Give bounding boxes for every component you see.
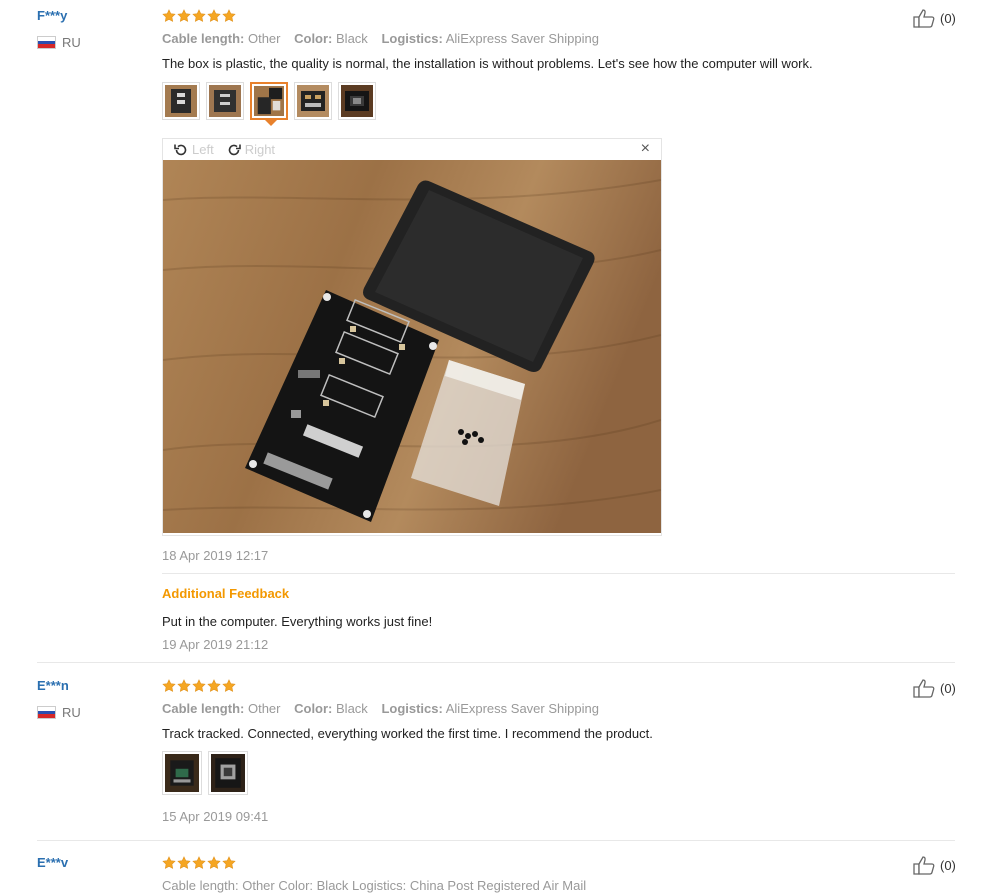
- close-viewer-button[interactable]: ×: [641, 140, 650, 158]
- review-3-like-button[interactable]: (0): [913, 855, 956, 875]
- star-icon: [162, 9, 176, 23]
- review-3-username[interactable]: E***v: [37, 855, 68, 870]
- logistics-value: AliExpress Saver Shipping: [445, 701, 599, 716]
- star-icon: [192, 856, 206, 870]
- photo-image: [341, 85, 373, 117]
- review-2-attributes: Cable length: Other Color: Black Logisti…: [162, 701, 599, 716]
- review-1-date: 18 Apr 2019 12:17: [162, 548, 269, 563]
- photo-image: [165, 754, 199, 792]
- review-1-username[interactable]: F***y: [37, 8, 67, 23]
- review-1-divider: [162, 573, 955, 574]
- review-1-attributes: Cable length: Other Color: Black Logisti…: [162, 31, 599, 46]
- photo-image: [209, 85, 241, 117]
- cable-length-label: Cable length:: [162, 701, 245, 716]
- photo-thumbnail-selected[interactable]: [250, 82, 288, 126]
- photo-thumbnail[interactable]: [338, 82, 376, 120]
- star-icon: [192, 9, 206, 23]
- review-2-date: 15 Apr 2019 09:41: [162, 809, 269, 824]
- review-3-stars: [162, 856, 236, 870]
- review-1-country: RU: [37, 35, 81, 50]
- photo-thumbnail[interactable]: [208, 751, 248, 795]
- review-2-country: RU: [37, 705, 81, 720]
- review-2-username[interactable]: E***n: [37, 678, 69, 693]
- review-1-like-count: (0): [940, 10, 956, 26]
- logistics-label: Logistics:: [381, 701, 443, 716]
- star-icon: [162, 856, 176, 870]
- review-1-text: The box is plastic, the quality is norma…: [162, 56, 813, 71]
- review-2-like-count: (0): [940, 680, 956, 696]
- photo-viewer: Left Right ×: [162, 138, 662, 536]
- review-2-like-button[interactable]: (0): [913, 678, 956, 698]
- rotate-left-label: Left: [192, 142, 214, 157]
- review-3-like-count: (0): [940, 857, 956, 873]
- russia-flag-icon: [37, 36, 56, 49]
- photo-image: [211, 754, 245, 792]
- star-icon: [177, 679, 191, 693]
- rotate-left-icon: [174, 144, 187, 155]
- review-separator: [37, 662, 955, 663]
- star-icon: [162, 679, 176, 693]
- rotate-left-button[interactable]: Left: [173, 142, 214, 158]
- photo-thumbnail[interactable]: [162, 82, 200, 120]
- additional-feedback-text: Put in the computer. Everything works ju…: [162, 614, 433, 629]
- color-label: Color:: [294, 31, 333, 46]
- color-value: Black: [336, 701, 368, 716]
- logistics-label: Logistics:: [381, 31, 443, 46]
- rotate-right-icon: [228, 144, 241, 155]
- review-separator: [37, 840, 955, 841]
- star-icon: [177, 9, 191, 23]
- star-icon: [207, 856, 221, 870]
- russia-flag-icon: [37, 706, 56, 719]
- photo-thumbnail[interactable]: [294, 82, 332, 120]
- review-3-attributes-partial: Cable length: Other Color: Black Logisti…: [162, 878, 587, 893]
- star-icon: [192, 679, 206, 693]
- photo-thumbnail[interactable]: [206, 82, 244, 120]
- review-1-photo-thumbnails: [162, 82, 376, 126]
- photo-viewer-image: [163, 160, 661, 533]
- color-label: Color:: [294, 701, 333, 716]
- star-icon: [222, 9, 236, 23]
- thumbs-up-icon: [913, 678, 937, 698]
- thumbs-up-icon: [913, 8, 937, 28]
- star-icon: [177, 856, 191, 870]
- star-icon: [207, 9, 221, 23]
- review-2-text: Track tracked. Connected, everything wor…: [162, 726, 653, 741]
- review-2-photo-thumbnails: [162, 751, 248, 795]
- photo-thumbnail[interactable]: [162, 751, 202, 795]
- star-icon: [222, 856, 236, 870]
- review-1-like-button[interactable]: (0): [913, 8, 956, 28]
- color-value: Black: [336, 31, 368, 46]
- star-icon: [207, 679, 221, 693]
- rotate-right-button[interactable]: Right: [226, 142, 275, 158]
- review-2-country-code: RU: [62, 705, 81, 720]
- review-2-stars: [162, 679, 236, 693]
- cable-length-label: Cable length:: [162, 31, 245, 46]
- cable-length-value: Other: [247, 31, 281, 46]
- rotate-right-label: Right: [244, 142, 276, 157]
- additional-feedback-date: 19 Apr 2019 21:12: [162, 637, 269, 652]
- logistics-value: AliExpress Saver Shipping: [445, 31, 599, 46]
- photo-image: [254, 86, 284, 116]
- additional-feedback-title: Additional Feedback: [162, 586, 290, 601]
- review-1-country-code: RU: [62, 35, 81, 50]
- thumbs-up-icon: [913, 855, 937, 875]
- review-1-stars: [162, 9, 236, 23]
- star-icon: [222, 679, 236, 693]
- photo-image: [165, 85, 197, 117]
- photo-image: [297, 85, 329, 117]
- cable-length-value: Other: [247, 701, 281, 716]
- photo-viewer-toolbar: Left Right ×: [163, 139, 661, 160]
